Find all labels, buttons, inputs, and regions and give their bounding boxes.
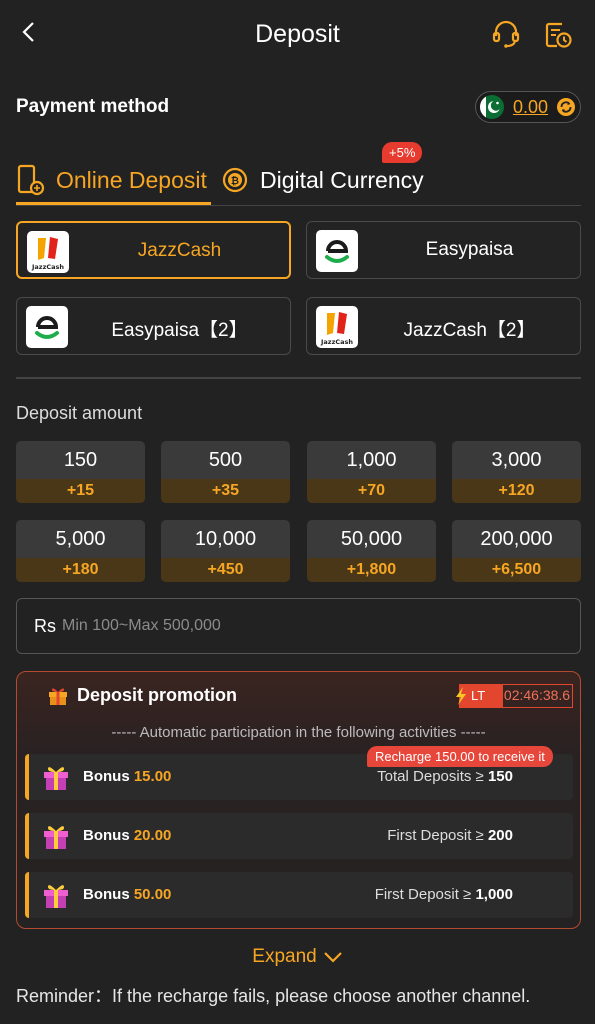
activity-condition: Total Deposits ≥ 150 [377,768,513,785]
amount-value: 3,000 [491,449,542,471]
refresh-icon[interactable] [556,97,576,117]
coin-icon: ₿ [222,167,248,193]
bonus-percent-badge: +5% [382,142,423,163]
svg-text:JazzCash: JazzCash [31,263,64,271]
svg-text:JazzCash: JazzCash [320,338,353,346]
promotion-subtitle: ----- Automatic participation in the fol… [111,724,486,741]
method-jazzcash[interactable]: JazzCash JazzCash [16,221,291,279]
amount-bonus: +35 [161,479,290,503]
promotion-activity[interactable]: Bonus 50.00 First Deposit ≥ 1,000 [25,872,573,918]
amount-option[interactable]: 50,000 +1,800 [307,520,436,582]
chevron-down-icon [323,952,342,963]
amount-bonus: +180 [16,558,145,582]
amount-bonus: +1,800 [307,558,436,582]
easypaisa-logo [316,230,358,272]
amount-value: 1,000 [346,449,397,471]
amount-option[interactable]: 10,000 +450 [161,520,290,582]
activity-condition: First Deposit ≥ 1,000 [374,886,513,903]
headset-icon[interactable] [490,18,522,50]
amount-option[interactable]: 200,000 +6,500 [452,520,581,582]
pakistan-flag-icon [480,95,504,119]
lt-label: LT [456,684,503,708]
amount-option[interactable]: 1,000 +70 [307,441,436,503]
promotion-timer: 02:46:38.6 [501,684,573,708]
promotion-activity[interactable]: Bonus 20.00 First Deposit ≥ 200 [25,813,573,859]
deposit-promotion-panel: Deposit promotion LT 02:46:38.6 ----- Au… [16,671,581,929]
method-jazzcash-label: JazzCash [137,240,222,261]
expand-label: Expand [252,946,317,967]
easypaisa-logo [26,306,68,348]
balance-pill[interactable]: 0.00 [475,91,581,123]
amount-bonus: +70 [307,479,436,503]
phone-icon [17,164,45,196]
amount-input[interactable] [62,609,542,643]
method-easypaisa-2-label: Easypaisa【2】 [111,320,248,341]
amount-option[interactable]: 150 +15 [16,441,145,503]
jazzcash-logo: JazzCash [27,231,69,273]
tab-online-deposit-label: Online Deposit [56,166,207,193]
history-icon[interactable] [542,18,574,50]
amount-value: 200,000 [480,528,553,550]
amount-input-field[interactable]: Rs [16,598,581,654]
method-jazzcash-2-label: JazzCash【2】 [403,320,536,341]
gift-icon [49,688,67,705]
deposit-tabs: Online Deposit ₿ Digital Currency +5% [16,142,581,206]
lightning-icon [456,687,466,705]
amount-bonus: +6,500 [452,558,581,582]
promotion-title: Deposit promotion [77,685,237,705]
amount-value: 500 [208,449,243,471]
payment-method-label: Payment method [16,96,170,117]
svg-text:₿: ₿ [231,175,239,187]
method-jazzcash-2[interactable]: JazzCash JazzCash【2】 [306,297,581,355]
amount-value: 10,000 [194,528,257,550]
amount-option[interactable]: 3,000 +120 [452,441,581,503]
reminder-text: Reminder：If the recharge fails, please c… [16,986,531,1006]
tab-online-deposit[interactable]: Online Deposit [16,158,211,205]
activity-bonus: Bonus 50.00 [83,886,172,903]
activity-bonus: Bonus 15.00 [83,768,172,785]
gift-box-icon [44,767,68,790]
deposit-amount-label: Deposit amount [16,403,143,423]
amount-value: 50,000 [340,528,403,550]
gift-box-icon [44,885,68,908]
method-easypaisa-label: Easypaisa [425,239,514,260]
amount-option[interactable]: 5,000 +180 [16,520,145,582]
balance-value: 0.00 [513,97,549,117]
header: Deposit [0,0,595,70]
tab-digital-currency-label: Digital Currency [260,166,424,193]
expand-button[interactable]: Expand [0,946,595,968]
limited-time-badge: LT 02:46:38.6 [456,684,573,708]
amount-bonus: +15 [16,479,145,503]
currency-label: Rs [34,616,56,636]
tab-digital-currency[interactable]: ₿ Digital Currency [220,158,424,202]
divider [16,377,581,379]
recharge-tip-badge: Recharge 150.00 to receive it [367,746,553,767]
amount-bonus: +450 [161,558,290,582]
amount-bonus: +120 [452,479,581,503]
amount-value: 150 [63,449,98,471]
amount-option[interactable]: 500 +35 [161,441,290,503]
method-easypaisa-2[interactable]: Easypaisa【2】 [16,297,291,355]
activity-bonus: Bonus 20.00 [83,827,172,844]
amount-value: 5,000 [55,528,106,550]
gift-box-icon [44,826,68,849]
activity-condition: First Deposit ≥ 200 [387,827,513,844]
jazzcash-logo: JazzCash [316,306,358,348]
method-easypaisa[interactable]: Easypaisa [306,221,581,279]
